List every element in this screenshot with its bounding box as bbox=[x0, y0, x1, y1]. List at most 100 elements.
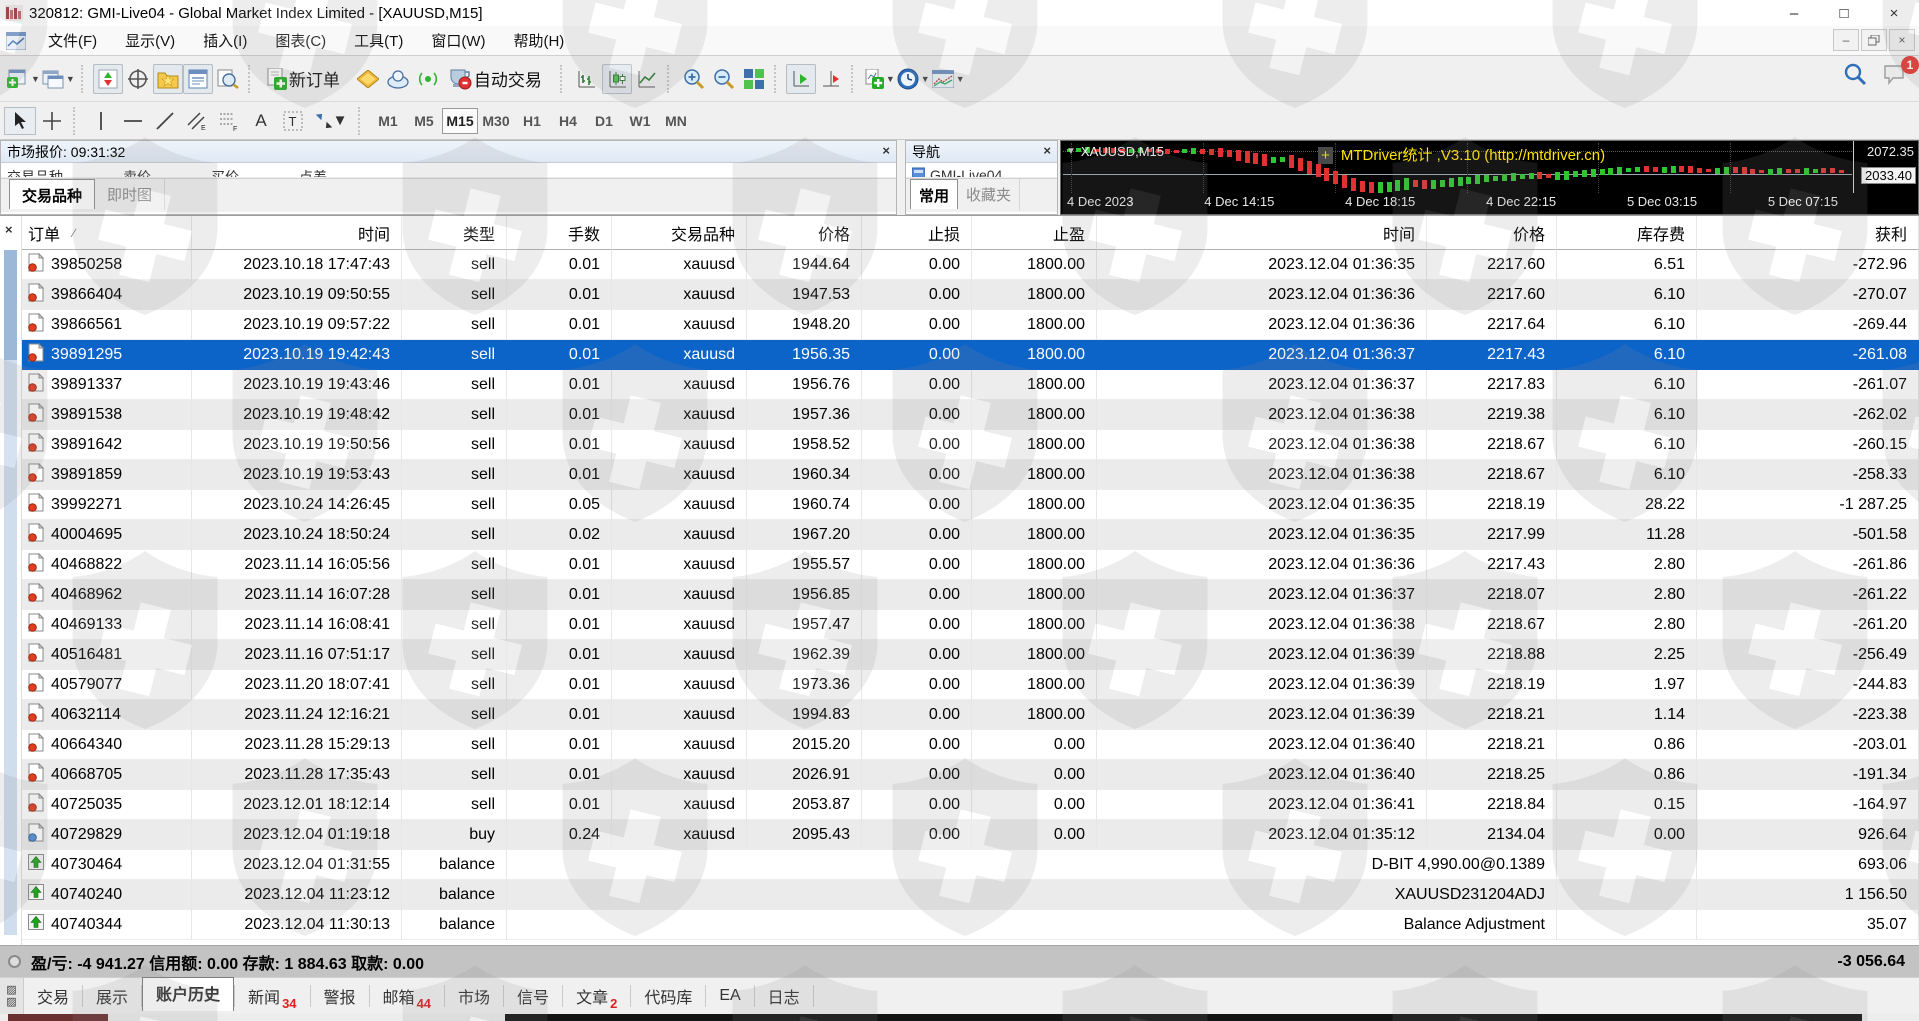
navigator-close-icon[interactable]: × bbox=[1043, 143, 1051, 158]
timeframe-M15[interactable]: M15 bbox=[442, 108, 478, 134]
history-close-icon[interactable]: × bbox=[5, 222, 13, 237]
zoom-in-button[interactable] bbox=[679, 64, 709, 94]
tile-windows-button[interactable] bbox=[739, 64, 769, 94]
table-row[interactable]: 406687052023.11.28 17:35:43sell0.01xauus… bbox=[22, 760, 1919, 790]
timeframe-MN[interactable]: MN bbox=[658, 108, 694, 134]
table-row[interactable]: 398665612023.10.19 09:57:22sell0.01xauus… bbox=[22, 310, 1919, 340]
mdi-minimize-button[interactable]: – bbox=[1833, 29, 1859, 51]
menu-item-W[interactable]: 窗口(W) bbox=[417, 26, 499, 55]
menu-item-V[interactable]: 显示(V) bbox=[111, 26, 189, 55]
text-button[interactable]: A bbox=[245, 107, 277, 135]
table-row[interactable]: 398664042023.10.19 09:50:55sell0.01xauus… bbox=[22, 280, 1919, 310]
vertical-line-button[interactable] bbox=[85, 107, 117, 135]
profiles-button[interactable]: ▼ bbox=[41, 64, 76, 94]
table-row[interactable]: 406321142023.11.24 12:16:21sell0.01xauus… bbox=[22, 700, 1919, 730]
tab-文章[interactable]: 文章2 bbox=[563, 978, 630, 1014]
tab-symbols[interactable]: 交易品种 bbox=[9, 179, 95, 209]
periods-button[interactable]: ▼ bbox=[896, 64, 931, 94]
horizontal-line-button[interactable] bbox=[117, 107, 149, 135]
cursor-button[interactable] bbox=[4, 107, 36, 135]
candlestick-chart-button[interactable] bbox=[602, 64, 632, 94]
new-order-button[interactable]: 新订单 bbox=[260, 64, 353, 94]
market-watch-button[interactable] bbox=[93, 64, 123, 94]
tab-favorites[interactable]: 收藏夹 bbox=[958, 179, 1020, 210]
table-row[interactable]: 398915382023.10.19 19:48:42sell0.01xauus… bbox=[22, 400, 1919, 430]
crosshair-button[interactable] bbox=[36, 107, 68, 135]
history-column-7[interactable]: 止盈 bbox=[972, 216, 1097, 250]
tab-市场[interactable]: 市场 bbox=[445, 978, 503, 1014]
channel-button[interactable]: E bbox=[181, 107, 213, 135]
tab-展示[interactable]: 展示 bbox=[83, 978, 141, 1014]
table-row[interactable]: 407250352023.12.01 18:12:14sell0.01xauus… bbox=[22, 790, 1919, 820]
history-column-4[interactable]: 交易品种 bbox=[612, 216, 747, 250]
tab-警报[interactable]: 警报 bbox=[311, 978, 369, 1014]
mdi-close-button[interactable]: × bbox=[1889, 29, 1915, 51]
tab-账户历史[interactable]: 账户历史 bbox=[142, 977, 234, 1011]
menu-item-F[interactable]: 文件(F) bbox=[34, 26, 111, 55]
bar-chart-button[interactable] bbox=[572, 64, 602, 94]
history-column-10[interactable]: 库存费 bbox=[1557, 216, 1697, 250]
menu-item-H[interactable]: 帮助(H) bbox=[499, 26, 578, 55]
templates-button[interactable]: ▼ bbox=[931, 64, 966, 94]
tab-新闻[interactable]: 新闻34 bbox=[235, 978, 309, 1014]
data-window-button[interactable] bbox=[123, 64, 153, 94]
history-column-9[interactable]: 价格 bbox=[1427, 216, 1557, 250]
timeframe-H4[interactable]: H4 bbox=[550, 108, 586, 134]
tab-EA[interactable]: EA bbox=[706, 981, 753, 1011]
notifications-icon[interactable]: 1 bbox=[1883, 62, 1909, 91]
terminal-button[interactable] bbox=[183, 64, 213, 94]
timeframe-M1[interactable]: M1 bbox=[370, 108, 406, 134]
timeframe-H1[interactable]: H1 bbox=[514, 108, 550, 134]
close-button[interactable]: × bbox=[1869, 0, 1919, 26]
history-column-2[interactable]: 类型 bbox=[402, 216, 507, 250]
menu-item-I[interactable]: 插入(I) bbox=[189, 26, 261, 55]
table-row[interactable]: 398916422023.10.19 19:50:56sell0.01xauus… bbox=[22, 430, 1919, 460]
history-column-5[interactable]: 价格 bbox=[747, 216, 862, 250]
tab-common[interactable]: 常用 bbox=[910, 179, 958, 209]
tab-代码库[interactable]: 代码库 bbox=[631, 978, 705, 1014]
metaeditor-button[interactable] bbox=[353, 64, 383, 94]
text-label-button[interactable]: T bbox=[277, 107, 309, 135]
menu-item-C[interactable]: 图表(C) bbox=[261, 26, 340, 55]
tab-日志[interactable]: 日志 bbox=[755, 978, 813, 1014]
zoom-out-button[interactable] bbox=[709, 64, 739, 94]
vertical-scrollbar[interactable] bbox=[4, 250, 17, 935]
timeframe-W1[interactable]: W1 bbox=[622, 108, 658, 134]
auto-scroll-button[interactable] bbox=[786, 64, 816, 94]
chart-shift-button[interactable] bbox=[816, 64, 846, 94]
strategy-tester-button[interactable] bbox=[213, 64, 243, 94]
table-row[interactable]: 406643402023.11.28 15:29:13sell0.01xauus… bbox=[22, 730, 1919, 760]
timeframe-M30[interactable]: M30 bbox=[478, 108, 514, 134]
trendline-button[interactable] bbox=[149, 107, 181, 135]
history-column-3[interactable]: 手数 bbox=[507, 216, 612, 250]
navigator-item[interactable]: GMI-Live04 bbox=[930, 167, 1002, 178]
chart-panel[interactable]: ▼ XAUUSD,M15 +MTDriver统计 ,V3.10 (http://… bbox=[1060, 140, 1919, 215]
table-row[interactable]: 405790772023.11.20 18:07:41sell0.01xauus… bbox=[22, 670, 1919, 700]
table-row[interactable]: 407402402023.12.04 11:23:12balanceXAUUSD… bbox=[22, 880, 1919, 910]
arrows-button[interactable]: ▼ bbox=[309, 107, 353, 135]
table-row[interactable]: 407304642023.12.04 01:31:55balanceD-BIT … bbox=[22, 850, 1919, 880]
tab-交易[interactable]: 交易 bbox=[24, 978, 82, 1014]
fibonacci-button[interactable]: F bbox=[213, 107, 245, 135]
tab-邮箱[interactable]: 邮箱44 bbox=[370, 978, 444, 1014]
mdi-restore-button[interactable] bbox=[1861, 29, 1887, 51]
table-row[interactable]: 404691332023.11.14 16:08:41sell0.01xauus… bbox=[22, 610, 1919, 640]
tab-tick-chart[interactable]: 即时图 bbox=[95, 179, 165, 210]
line-chart-button[interactable] bbox=[632, 64, 662, 94]
table-row[interactable]: 407298292023.12.04 01:19:18buy0.24xauusd… bbox=[22, 820, 1919, 850]
autotrading-button[interactable]: 自动交易 bbox=[443, 64, 555, 94]
minimize-button[interactable]: – bbox=[1769, 0, 1819, 26]
navigator-button[interactable] bbox=[153, 64, 183, 94]
history-column-6[interactable]: 止损 bbox=[862, 216, 972, 250]
table-row[interactable]: 398912952023.10.19 19:42:43sell0.01xauus… bbox=[22, 340, 1919, 370]
table-row[interactable]: 404689622023.11.14 16:07:28sell0.01xauus… bbox=[22, 580, 1919, 610]
indicators-button[interactable]: ▼ bbox=[863, 64, 896, 94]
table-row[interactable]: 398502582023.10.18 17:47:43sell0.01xauus… bbox=[22, 250, 1919, 280]
table-row[interactable]: 398913372023.10.19 19:43:46sell0.01xauus… bbox=[22, 370, 1919, 400]
new-chart-button[interactable]: ▼ bbox=[6, 64, 41, 94]
market-watch-close-icon[interactable]: × bbox=[882, 143, 890, 158]
table-row[interactable]: 404688222023.11.14 16:05:56sell0.01xauus… bbox=[22, 550, 1919, 580]
menu-item-T[interactable]: 工具(T) bbox=[340, 26, 417, 55]
maximize-button[interactable]: □ bbox=[1819, 0, 1869, 26]
dock-handle-icon[interactable]: ▨▨ bbox=[0, 978, 24, 1015]
